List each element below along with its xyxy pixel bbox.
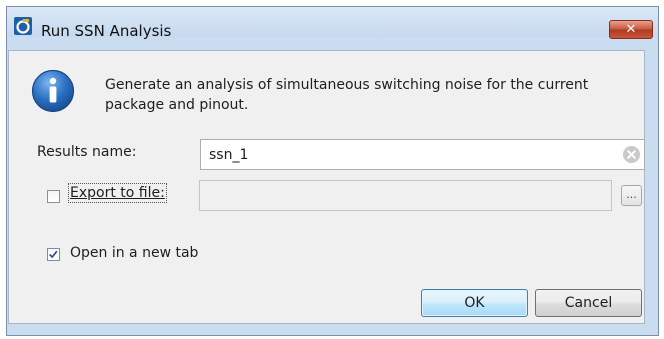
export-to-file-checkbox[interactable] — [47, 190, 60, 203]
results-name-label: Results name: — [37, 144, 137, 160]
window-title: Run SSN Analysis — [41, 22, 172, 40]
open-in-new-tab-checkbox[interactable] — [47, 248, 60, 261]
ok-button[interactable]: OK — [421, 289, 528, 317]
results-name-input[interactable] — [200, 139, 645, 170]
app-icon — [14, 17, 32, 35]
checkmark-icon — [49, 250, 58, 259]
browse-button[interactable]: ... — [621, 185, 642, 206]
cancel-button[interactable]: Cancel — [535, 289, 642, 317]
export-path-input — [199, 180, 612, 211]
open-in-new-tab-label[interactable]: Open in a new tab — [70, 245, 198, 261]
dialog-description: Generate an analysis of simultaneous swi… — [105, 77, 589, 113]
clear-input-icon[interactable] — [622, 145, 641, 164]
export-to-file-label[interactable]: Export to file: — [68, 183, 167, 203]
info-icon — [31, 69, 75, 113]
close-button[interactable]: ✕ — [609, 20, 653, 39]
